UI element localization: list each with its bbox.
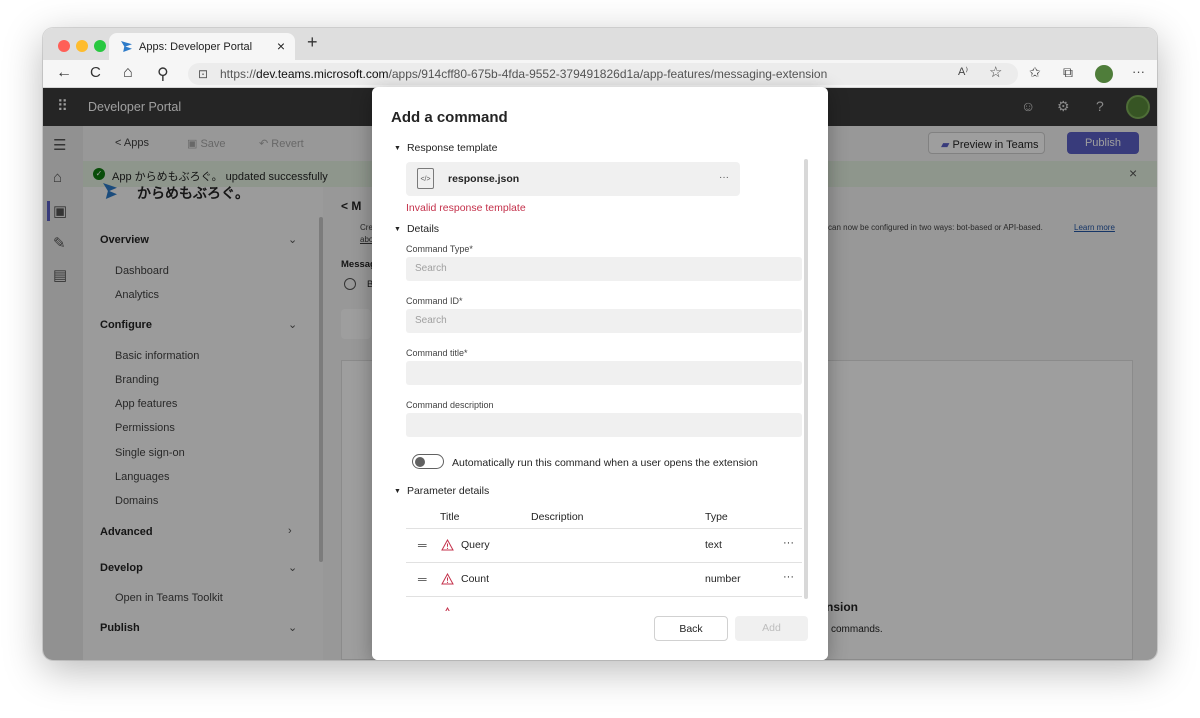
tab-title: Apps: Developer Portal [139,41,253,53]
param-title: Query [461,539,490,551]
table-row[interactable]: ═ Query text ··· [406,529,802,563]
param-title: Count [461,573,490,585]
page-info-icon[interactable]: ⊡ [198,63,208,85]
command-type-input[interactable]: Search [406,257,802,281]
row-more-button[interactable]: ··· [783,537,794,549]
command-id-label: Command ID* [406,296,463,306]
auto-run-label: Automatically run this command when a us… [452,457,758,469]
param-header-description: Description [531,511,584,523]
browser-toolbar: ← C ⌂ ⚲ ⊡ https://dev.teams.microsoft.co… [43,60,1157,88]
browser-tab[interactable]: Apps: Developer Portal × [109,33,295,60]
add-button[interactable]: Add [735,616,808,641]
new-tab-button[interactable]: + [307,32,318,53]
reload-icon[interactable]: C [90,64,101,81]
tab-close-button[interactable]: × [277,38,285,54]
warning-icon [441,539,454,551]
parameter-details-section[interactable]: ▼ Parameter details [394,485,489,497]
command-description-input[interactable] [406,413,802,437]
more-menu-icon[interactable]: ··· [1132,64,1145,79]
dialog-footer: Back Add [372,611,828,660]
close-window-button[interactable] [58,40,70,52]
command-id-input[interactable]: Search [406,309,802,333]
warning-icon [441,573,454,585]
param-type: text [705,539,722,551]
code-file-icon: </> [417,168,434,189]
caret-down-icon: ▼ [394,226,401,233]
profile-avatar[interactable] [1095,65,1113,83]
toggle-knob [415,457,425,467]
response-template-section[interactable]: ▼ Response template [394,142,497,154]
response-file-card[interactable]: </> response.json ··· [406,162,740,196]
param-header-type: Type [705,511,728,523]
favorites-bar-icon[interactable]: ✩ [1029,64,1041,81]
search-icon[interactable]: ⚲ [157,64,169,84]
response-error-message: Invalid response template [406,202,526,214]
command-type-label: Command Type* [406,244,473,254]
browser-window: Apps: Developer Portal × + ← C ⌂ ⚲ ⊡ htt… [43,28,1157,660]
address-bar[interactable]: ⊡ https://dev.teams.microsoft.com/apps/9… [188,63,1018,85]
caret-down-icon: ▼ [394,488,401,495]
command-title-input[interactable] [406,361,802,385]
dialog-scrollbar[interactable] [804,159,808,599]
drag-handle-icon[interactable]: ═ [418,538,427,552]
teams-favicon-icon [121,41,132,52]
table-row-partial [406,597,802,611]
details-section[interactable]: ▼ Details [394,223,439,235]
param-header-title: Title [440,511,460,523]
home-icon[interactable]: ⌂ [123,64,133,82]
favorite-star-icon[interactable]: ☆ [989,63,1002,81]
dialog-title: Add a command [391,109,508,126]
drag-handle-icon[interactable]: ═ [418,572,427,586]
command-description-label: Command description [406,400,494,410]
back-button[interactable]: Back [654,616,728,641]
command-title-label: Command title* [406,348,468,358]
param-type: number [705,573,741,585]
address-url: https://dev.teams.microsoft.com/apps/914… [220,67,828,81]
minimize-window-button[interactable] [76,40,88,52]
collections-icon[interactable]: ⧉ [1063,64,1073,81]
row-more-button[interactable]: ··· [783,571,794,583]
add-command-dialog: Add a command ▼ Response template </> res… [372,87,828,660]
file-name: response.json [448,173,520,185]
read-aloud-icon[interactable]: A⁾ [958,65,968,78]
browser-tab-bar: Apps: Developer Portal × + [43,28,1157,60]
file-more-button[interactable]: ··· [719,172,729,183]
back-arrow-icon[interactable]: ← [56,64,72,82]
maximize-window-button[interactable] [94,40,106,52]
caret-down-icon: ▼ [394,145,401,152]
auto-run-toggle[interactable] [412,454,444,469]
table-row[interactable]: ═ Count number ··· [406,563,802,597]
